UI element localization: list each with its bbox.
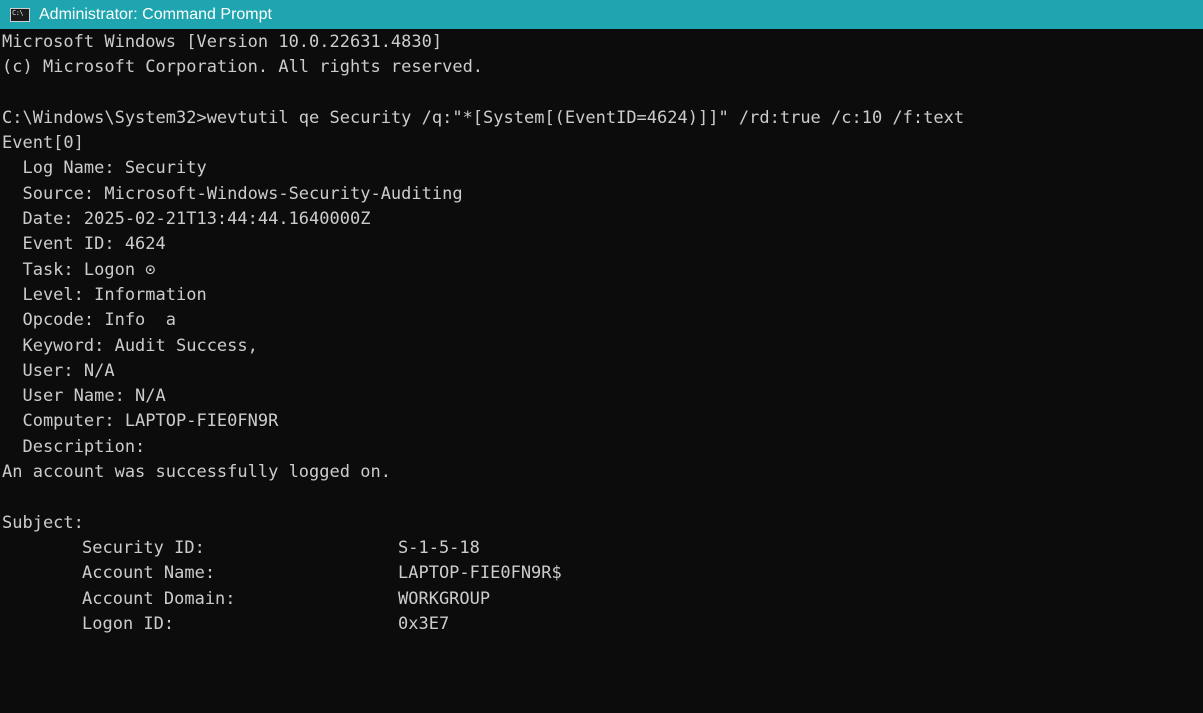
event-field-user: User: N/A — [2, 360, 115, 381]
title-bar[interactable]: C:\ Administrator: Command Prompt — [0, 0, 1203, 29]
description-text: An account was successfully logged on. — [2, 462, 391, 483]
subject-value: WORKGROUP — [398, 588, 491, 609]
event-field-source: Source: Microsoft-Windows-Security-Audit… — [2, 183, 463, 204]
event-header: Event[0] — [2, 133, 84, 154]
subject-header: Subject: — [2, 512, 84, 533]
event-field-log-name: Log Name: Security — [2, 158, 207, 179]
subject-row-security-id: Security ID: S-1-5-18 — [2, 536, 1203, 561]
subject-label: Account Name: — [82, 563, 216, 584]
subject-value: LAPTOP-FIE0FN9R$ — [398, 563, 562, 584]
subject-row-account-name: Account Name: LAPTOP-FIE0FN9R$ — [2, 561, 1203, 586]
event-field-description: Description: — [2, 436, 146, 457]
window-title: Administrator: Command Prompt — [39, 5, 272, 23]
event-field-computer: Computer: LAPTOP-FIE0FN9R — [2, 411, 279, 432]
console-output[interactable]: Microsoft Windows [Version 10.0.22631.48… — [0, 29, 1203, 637]
subject-value: S-1-5-18 — [398, 537, 480, 558]
subject-label: Logon ID: — [82, 613, 175, 634]
subject-value: 0x3E7 — [398, 613, 450, 634]
subject-label: Account Domain: — [82, 588, 236, 609]
subject-label: Security ID: — [82, 537, 205, 558]
copyright-line: (c) Microsoft Corporation. All rights re… — [2, 57, 484, 78]
command-line: C:\Windows\System32>wevtutil qe Security… — [2, 107, 965, 128]
event-field-keyword: Keyword: Audit Success, — [2, 335, 258, 356]
command-prompt-window: C:\ Administrator: Command Prompt Micros… — [0, 0, 1203, 713]
event-field-event-id: Event ID: 4624 — [2, 234, 166, 255]
icon-glyph: C:\ — [12, 8, 24, 17]
event-field-user-name: User Name: N/A — [2, 386, 166, 407]
event-field-task: Task: Logon ⊙ — [2, 259, 156, 280]
event-field-opcode: Opcode: Info a — [2, 310, 176, 331]
command-prompt-icon[interactable]: C:\ — [10, 7, 30, 22]
event-field-date: Date: 2025-02-21T13:44:44.1640000Z — [2, 209, 371, 230]
subject-row-account-domain: Account Domain: WORKGROUP — [2, 587, 1203, 612]
version-line: Microsoft Windows [Version 10.0.22631.48… — [2, 32, 443, 52]
subject-row-logon-id: Logon ID: 0x3E7 — [2, 612, 1203, 637]
event-field-level: Level: Information — [2, 284, 207, 305]
